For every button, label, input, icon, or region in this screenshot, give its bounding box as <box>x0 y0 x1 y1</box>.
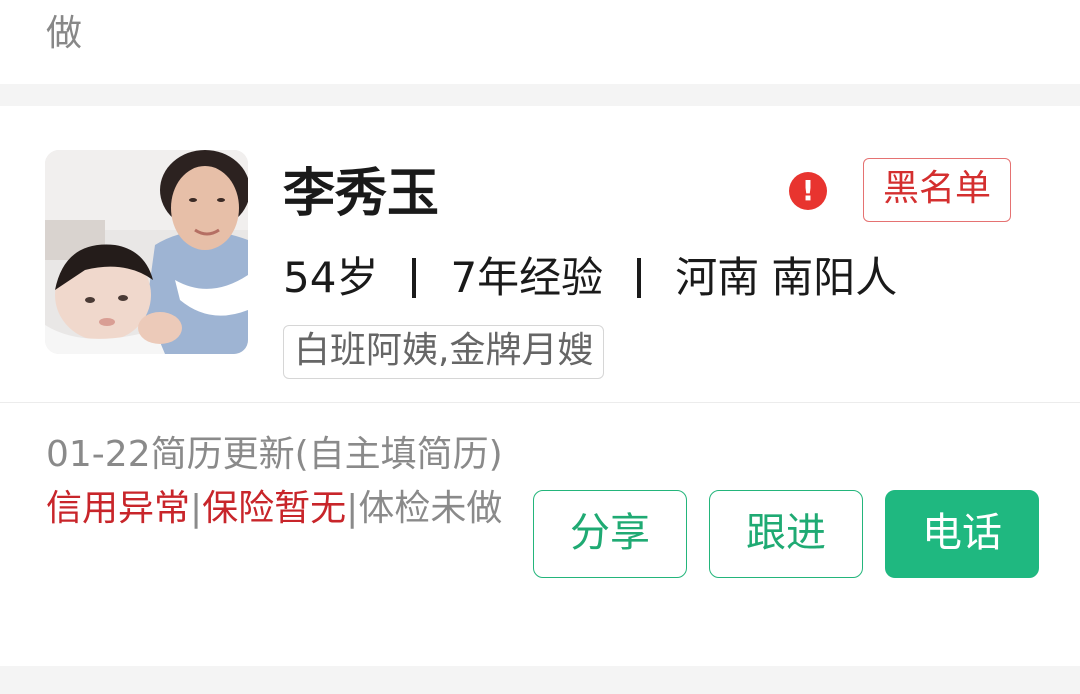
alert-icon[interactable]: ! <box>789 172 827 210</box>
nanny-name: 李秀玉 <box>283 164 440 224</box>
insurance-status: 保险暂无 <box>202 488 347 529</box>
previous-card-bottom: 做 <box>0 0 1080 84</box>
job-tags: 白班阿姨,金牌月嫂 <box>283 325 605 379</box>
blacklist-badge[interactable]: 黑名单 <box>863 158 1011 222</box>
call-button[interactable]: 电话 <box>885 490 1039 578</box>
credit-status: 信用异常 <box>46 488 191 529</box>
status-text: 01-22简历更新(自主填简历) 信用异常|保险暂无|体检未做 <box>46 434 503 529</box>
age: 54岁 <box>283 253 379 302</box>
share-button[interactable]: 分享 <box>533 490 687 578</box>
divider <box>0 402 1080 403</box>
experience: 7年经验 <box>450 253 604 302</box>
nanny-card[interactable]: 李秀玉 ! 黑名单 54岁 7年经验 河南 南阳人 白班阿姨,金牌月嫂 01-2… <box>0 106 1080 666</box>
avatar[interactable] <box>45 150 248 354</box>
follow-up-button[interactable]: 跟进 <box>709 490 863 578</box>
info-separator <box>637 258 642 298</box>
info-separator <box>412 258 417 298</box>
info-row: 54岁 7年经验 河南 南阳人 <box>283 248 897 308</box>
checkup-status: 体检未做 <box>358 488 503 529</box>
hometown-province: 河南 <box>675 253 760 302</box>
resume-update-text: 01-22简历更新(自主填简历) <box>46 434 503 475</box>
previous-card-text-fragment: 做 <box>46 13 83 54</box>
hometown-city: 南阳人 <box>771 253 898 302</box>
